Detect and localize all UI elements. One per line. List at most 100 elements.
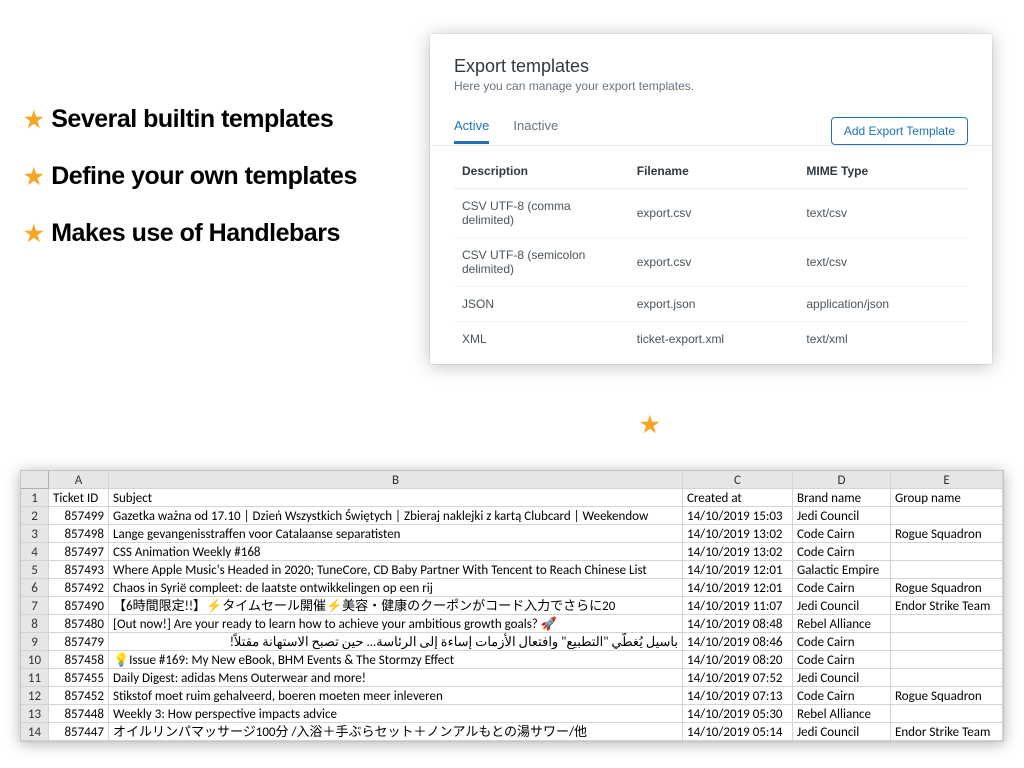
cell[interactable]: 14/10/2019 13:02 [683, 525, 793, 543]
cell[interactable]: 💡Issue #169: My New eBook, BHM Events & … [109, 651, 683, 669]
cell[interactable]: Jedi Council [793, 669, 891, 687]
cell[interactable]: 14/10/2019 12:01 [683, 579, 793, 597]
table-row[interactable]: XMLticket-export.xmltext/xml [454, 322, 968, 357]
cell[interactable] [891, 561, 1003, 579]
col-header[interactable]: D [793, 471, 891, 489]
tab-inactive[interactable]: Inactive [513, 118, 558, 144]
cell[interactable] [891, 651, 1003, 669]
table-row[interactable]: JSONexport.jsonapplication/json [454, 287, 968, 322]
row-header[interactable]: 2 [21, 507, 49, 525]
cell[interactable]: 14/10/2019 15:03 [683, 507, 793, 525]
cell[interactable]: Rebel Alliance [793, 615, 891, 633]
cell[interactable]: Daily Digest: adidas Mens Outerwear and … [109, 669, 683, 687]
row-header[interactable]: 8 [21, 615, 49, 633]
row-header[interactable]: 11 [21, 669, 49, 687]
cell[interactable]: 857480 [49, 615, 109, 633]
cell[interactable] [891, 669, 1003, 687]
cell[interactable]: Rogue Squadron [891, 687, 1003, 705]
cell[interactable]: Code Cairn [793, 579, 891, 597]
table-row: 11857455Daily Digest: adidas Mens Outerw… [21, 669, 1003, 687]
cell[interactable] [891, 633, 1003, 651]
cell[interactable]: Code Cairn [793, 651, 891, 669]
cell[interactable]: 14/10/2019 05:14 [683, 723, 793, 741]
cell[interactable]: Brand name [793, 489, 891, 507]
tab-active[interactable]: Active [454, 118, 489, 144]
cell[interactable]: Endor Strike Team [891, 723, 1003, 741]
cell: export.csv [629, 238, 799, 287]
cell[interactable]: オイルリンパマッサージ100分 /入浴＋手ぶらセット＋ノンアルもとの湯サワー/他 [109, 723, 683, 741]
cell[interactable]: 14/10/2019 11:07 [683, 597, 793, 615]
cell[interactable]: Jedi Council [793, 597, 891, 615]
col-header[interactable]: C [683, 471, 793, 489]
corner-cell[interactable] [21, 471, 49, 489]
cell[interactable]: 【6時間限定!!】⚡タイムセール開催⚡美容・健康のクーポンがコード入力でさらに2… [109, 597, 683, 615]
cell[interactable]: باسيل يُغطّي "التطبيع" وافتعال الأزمات إ… [109, 633, 683, 651]
cell[interactable]: 14/10/2019 07:13 [683, 687, 793, 705]
cell[interactable]: 857498 [49, 525, 109, 543]
cell[interactable]: Jedi Council [793, 723, 891, 741]
add-export-template-button[interactable]: Add Export Template [831, 117, 968, 145]
cell[interactable]: 857479 [49, 633, 109, 651]
cell[interactable]: 857497 [49, 543, 109, 561]
cell[interactable]: Endor Strike Team [891, 597, 1003, 615]
cell[interactable]: Code Cairn [793, 633, 891, 651]
row-header[interactable]: 6 [21, 579, 49, 597]
row-header[interactable]: 14 [21, 723, 49, 741]
row-header[interactable]: 1 [21, 489, 49, 507]
cell[interactable]: Gazetka ważna od 17.10 | Dzień Wszystkic… [109, 507, 683, 525]
cell[interactable]: 857448 [49, 705, 109, 723]
cell[interactable]: Chaos in Syrië compleet: de laatste ontw… [109, 579, 683, 597]
cell[interactable]: 14/10/2019 07:52 [683, 669, 793, 687]
col-header[interactable]: B [109, 471, 683, 489]
cell[interactable]: 857499 [49, 507, 109, 525]
table-row[interactable]: CSV UTF-8 (semicolon delimited)export.cs… [454, 238, 968, 287]
cell[interactable]: 857447 [49, 723, 109, 741]
row-header[interactable]: 13 [21, 705, 49, 723]
cell[interactable]: Code Cairn [793, 687, 891, 705]
cell[interactable]: Subject [109, 489, 683, 507]
cell[interactable]: 14/10/2019 05:30 [683, 705, 793, 723]
col-header[interactable]: A [49, 471, 109, 489]
cell[interactable]: 14/10/2019 08:48 [683, 615, 793, 633]
cell[interactable]: Ticket ID [49, 489, 109, 507]
row-header[interactable]: 3 [21, 525, 49, 543]
row-header[interactable]: 7 [21, 597, 49, 615]
row-header[interactable]: 4 [21, 543, 49, 561]
row-header[interactable]: 9 [21, 633, 49, 651]
cell[interactable] [891, 507, 1003, 525]
cell[interactable]: Weekly 3: How perspective impacts advice [109, 705, 683, 723]
cell[interactable]: Rogue Squadron [891, 525, 1003, 543]
cell[interactable]: Where Apple Music's Headed in 2020; Tune… [109, 561, 683, 579]
cell[interactable]: Rebel Alliance [793, 705, 891, 723]
cell[interactable] [891, 543, 1003, 561]
cell[interactable]: Jedi Council [793, 507, 891, 525]
cell[interactable]: 857458 [49, 651, 109, 669]
cell[interactable]: Lange gevangenisstraffen voor Catalaanse… [109, 525, 683, 543]
col-header[interactable]: E [891, 471, 1003, 489]
cell[interactable]: 14/10/2019 08:20 [683, 651, 793, 669]
cell[interactable]: 857455 [49, 669, 109, 687]
cell[interactable]: Code Cairn [793, 543, 891, 561]
table-row[interactable]: CSV UTF-8 (comma delimited)export.csvtex… [454, 189, 968, 238]
cell[interactable]: 857492 [49, 579, 109, 597]
row-header[interactable]: 12 [21, 687, 49, 705]
cell[interactable]: Group name [891, 489, 1003, 507]
cell[interactable]: Galactic Empire [793, 561, 891, 579]
cell[interactable]: 14/10/2019 12:01 [683, 561, 793, 579]
cell[interactable]: [Out now!] Are your ready to learn how t… [109, 615, 683, 633]
row-header[interactable]: 5 [21, 561, 49, 579]
cell[interactable]: Stikstof moet ruim gehalveerd, boeren mo… [109, 687, 683, 705]
row-header[interactable]: 10 [21, 651, 49, 669]
cell[interactable]: Created at [683, 489, 793, 507]
cell[interactable]: 857490 [49, 597, 109, 615]
cell[interactable]: 857493 [49, 561, 109, 579]
cell: text/csv [798, 238, 968, 287]
cell[interactable]: Code Cairn [793, 525, 891, 543]
cell[interactable]: 14/10/2019 08:46 [683, 633, 793, 651]
cell[interactable] [891, 615, 1003, 633]
cell[interactable] [891, 705, 1003, 723]
cell[interactable]: 857452 [49, 687, 109, 705]
cell[interactable]: 14/10/2019 13:02 [683, 543, 793, 561]
cell[interactable]: CSS Animation Weekly #168 [109, 543, 683, 561]
cell[interactable]: Rogue Squadron [891, 579, 1003, 597]
